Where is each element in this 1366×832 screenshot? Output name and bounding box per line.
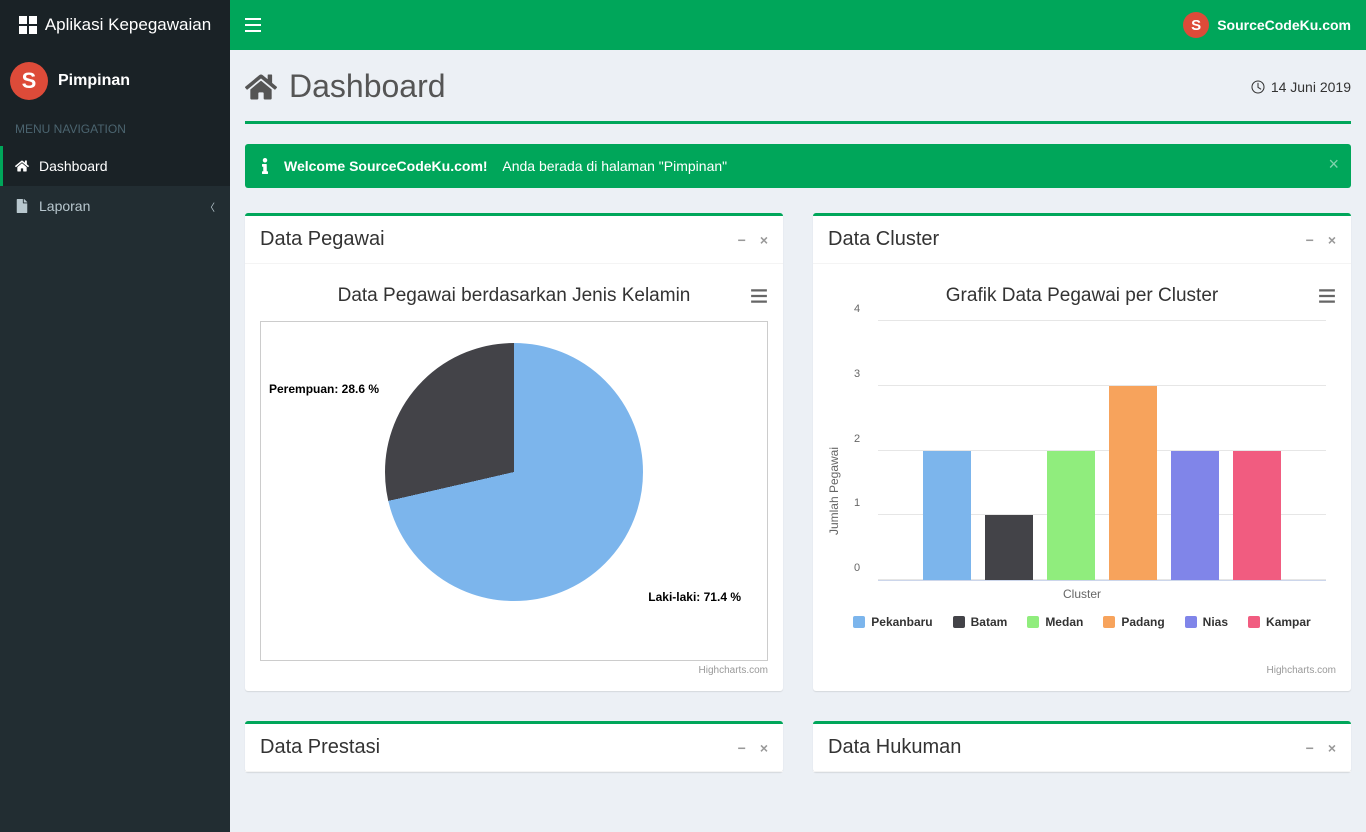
bar-pekanbaru[interactable] bbox=[923, 451, 971, 581]
sidebar-item-laporan[interactable]: Laporan 〈 bbox=[0, 186, 230, 226]
topnav-user[interactable]: S SourceCodeKu.com bbox=[1183, 12, 1351, 38]
legend-label: Batam bbox=[971, 615, 1008, 629]
collapse-button[interactable]: − bbox=[1306, 232, 1314, 248]
legend-swatch bbox=[1185, 616, 1197, 628]
chart-title-text: Data Pegawai berdasarkan Jenis Kelamin bbox=[338, 285, 691, 306]
app-logo[interactable]: Aplikasi Kepegawaian bbox=[0, 0, 230, 50]
legend-swatch bbox=[1248, 616, 1260, 628]
app-title: Aplikasi Kepegawaian bbox=[45, 15, 211, 35]
info-icon bbox=[260, 158, 270, 174]
page-date-text: 14 Juni 2019 bbox=[1271, 79, 1351, 95]
alert-message: Anda berada di halaman "Pimpinan" bbox=[502, 158, 727, 174]
chart-title: Data Pegawai berdasarkan Jenis Kelamin bbox=[260, 285, 768, 307]
sidebar-menu: Dashboard Laporan 〈 bbox=[0, 146, 230, 226]
sidebar-item-label: Dashboard bbox=[39, 158, 108, 174]
legend-swatch bbox=[1027, 616, 1039, 628]
bar-nias[interactable] bbox=[1171, 451, 1219, 581]
user-role: Pimpinan bbox=[58, 72, 130, 90]
remove-button[interactable]: × bbox=[760, 232, 768, 248]
windows-icon bbox=[19, 16, 37, 34]
chevron-left-icon: 〈 bbox=[205, 199, 215, 214]
y-tick: 0 bbox=[854, 562, 860, 574]
pie-label-perempuan: Perempuan: 28.6 % bbox=[269, 382, 379, 396]
legend-item-kampar[interactable]: Kampar bbox=[1248, 615, 1311, 629]
chart-menu-icon[interactable] bbox=[1318, 287, 1336, 305]
home-icon bbox=[15, 159, 29, 173]
chart-title: Grafik Data Pegawai per Cluster bbox=[828, 285, 1336, 307]
box-title: Data Cluster bbox=[828, 228, 939, 251]
box-title: Data Pegawai bbox=[260, 228, 385, 251]
clock-icon bbox=[1251, 80, 1265, 94]
legend-label: Kampar bbox=[1266, 615, 1311, 629]
box-data-cluster: Data Cluster − × Grafik Data Pegawai per… bbox=[813, 213, 1351, 691]
bar-batam[interactable] bbox=[985, 515, 1033, 580]
bar-padang[interactable] bbox=[1109, 386, 1157, 580]
y-axis-label: Jumlah Pegawai bbox=[827, 447, 841, 535]
home-icon bbox=[245, 72, 277, 102]
page-date: 14 Juni 2019 bbox=[1251, 79, 1351, 95]
legend-swatch bbox=[853, 616, 865, 628]
brand-text: SourceCodeKu.com bbox=[1217, 17, 1351, 33]
box-data-prestasi: Data Prestasi − × bbox=[245, 721, 783, 772]
remove-button[interactable]: × bbox=[1328, 232, 1336, 248]
legend-item-nias[interactable]: Nias bbox=[1185, 615, 1228, 629]
legend-label: Pekanbaru bbox=[871, 615, 932, 629]
welcome-alert: Welcome SourceCodeKu.com! Anda berada di… bbox=[245, 144, 1351, 188]
bar-kampar[interactable] bbox=[1233, 451, 1281, 581]
legend-label: Padang bbox=[1121, 615, 1164, 629]
sidebar: Aplikasi Kepegawaian S Pimpinan MENU NAV… bbox=[0, 0, 230, 832]
chart-credits[interactable]: Highcharts.com bbox=[828, 665, 1336, 676]
box-title: Data Prestasi bbox=[260, 736, 380, 759]
sidebar-item-label: Laporan bbox=[39, 198, 90, 214]
legend-item-padang[interactable]: Padang bbox=[1103, 615, 1164, 629]
legend-item-pekanbaru[interactable]: Pekanbaru bbox=[853, 615, 932, 629]
box-data-hukuman: Data Hukuman − × bbox=[813, 721, 1351, 772]
y-tick: 1 bbox=[854, 497, 860, 509]
remove-button[interactable]: × bbox=[760, 740, 768, 756]
chart-legend: Pekanbaru Batam Medan Padang Nias Kampar bbox=[828, 615, 1336, 629]
alert-strong: Welcome SourceCodeKu.com! bbox=[284, 158, 488, 174]
collapse-button[interactable]: − bbox=[1306, 740, 1314, 756]
collapse-button[interactable]: − bbox=[738, 232, 746, 248]
legend-swatch bbox=[953, 616, 965, 628]
avatar: S bbox=[1183, 12, 1209, 38]
pie-label-laki: Laki-laki: 71.4 % bbox=[648, 590, 741, 604]
legend-item-batam[interactable]: Batam bbox=[953, 615, 1008, 629]
box-data-pegawai: Data Pegawai − × Data Pegawai berdasarka… bbox=[245, 213, 783, 691]
bar-chart: Jumlah Pegawai 01234 Cluster PekanbaruBa… bbox=[828, 321, 1336, 661]
menu-header: MENU NAVIGATION bbox=[0, 112, 230, 146]
topnav: S SourceCodeKu.com bbox=[230, 0, 1366, 50]
remove-button[interactable]: × bbox=[1328, 740, 1336, 756]
avatar: S bbox=[10, 62, 48, 100]
sidebar-item-dashboard[interactable]: Dashboard bbox=[0, 146, 230, 186]
legend-item-medan[interactable]: Medan bbox=[1027, 615, 1083, 629]
legend-label: Medan bbox=[1045, 615, 1083, 629]
file-icon bbox=[15, 199, 29, 213]
x-axis-label: Cluster bbox=[828, 587, 1336, 601]
alert-close-button[interactable]: × bbox=[1328, 154, 1339, 175]
page-title: Dashboard bbox=[245, 68, 446, 105]
pie-chart: Perempuan: 28.6 % Laki-laki: 71.4 % bbox=[260, 321, 768, 661]
box-title: Data Hukuman bbox=[828, 736, 961, 759]
y-tick: 4 bbox=[854, 303, 860, 315]
y-tick: 2 bbox=[854, 433, 860, 445]
content-header: Dashboard 14 Juni 2019 bbox=[230, 50, 1366, 111]
page-title-text: Dashboard bbox=[289, 68, 446, 105]
user-panel: S Pimpinan bbox=[0, 50, 230, 112]
hamburger-icon[interactable] bbox=[245, 18, 261, 32]
chart-title-text: Grafik Data Pegawai per Cluster bbox=[946, 285, 1218, 306]
legend-swatch bbox=[1103, 616, 1115, 628]
legend-label: Nias bbox=[1203, 615, 1228, 629]
y-tick: 3 bbox=[854, 368, 860, 380]
chart-credits[interactable]: Highcharts.com bbox=[260, 665, 768, 676]
chart-menu-icon[interactable] bbox=[750, 287, 768, 305]
collapse-button[interactable]: − bbox=[738, 740, 746, 756]
bar-medan[interactable] bbox=[1047, 451, 1095, 581]
divider bbox=[245, 121, 1351, 124]
